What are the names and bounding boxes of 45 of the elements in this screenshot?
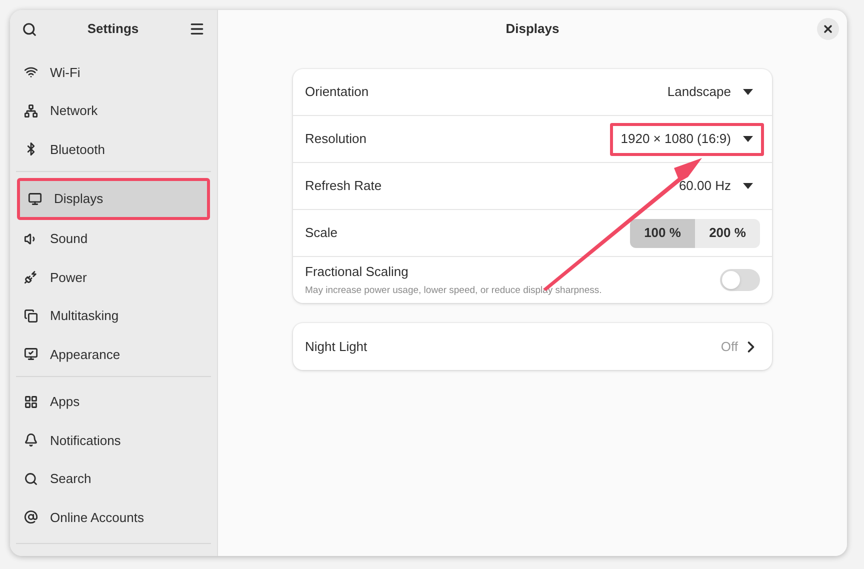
sidebar-item[interactable]: Sound [16, 220, 211, 258]
row-value: Off [720, 338, 738, 356]
network-icon [24, 104, 38, 118]
sidebar-item[interactable]: Bluetooth [16, 130, 211, 168]
sidebar-item[interactable]: Network [16, 92, 211, 130]
dropdown[interactable]: 1920 × 1080 (16:9) [610, 122, 764, 156]
sidebar-item[interactable]: Apps [16, 382, 211, 421]
sidebar-item[interactable]: Multitasking [16, 296, 211, 335]
wifi-icon [24, 65, 38, 80]
sidebar-item[interactable]: Notifications [16, 421, 211, 460]
caret-icon [743, 136, 753, 142]
plug-icon [24, 270, 38, 284]
sidebar-item[interactable]: Displays [17, 178, 210, 220]
monitor-check-icon [24, 347, 38, 362]
sidebar-item[interactable]: Search [16, 460, 211, 498]
row-label: Night Light [305, 338, 368, 356]
close-button[interactable] [817, 18, 839, 40]
bell-icon [24, 433, 38, 448]
sidebar-item[interactable]: Wi-Fi [16, 53, 211, 92]
dropdown[interactable]: Landscape [656, 76, 764, 108]
grid-icon [24, 394, 38, 409]
night-light-row[interactable]: Night Light Off [293, 323, 772, 370]
search-icon[interactable] [22, 22, 37, 36]
sidebar-item[interactable]: Appearance [16, 335, 211, 374]
scale-option[interactable]: 100 % [630, 218, 695, 248]
caret-icon [743, 183, 753, 189]
page-title: Displays [506, 20, 560, 38]
close-icon [822, 23, 834, 35]
dropdown[interactable]: 60.00 Hz [668, 170, 764, 202]
row-label: Refresh Rate [305, 177, 382, 196]
windows-icon [24, 308, 38, 323]
sidebar-item[interactable]: Online Accounts [16, 498, 211, 536]
menu-icon[interactable] [188, 21, 205, 37]
row-label: Fractional Scaling [305, 263, 410, 282]
row-label: Scale [305, 224, 338, 242]
row-label: Resolution [305, 130, 366, 148]
sidebar-title: Settings [87, 20, 139, 38]
sidebar-item[interactable]: Power [16, 258, 211, 296]
scale-option[interactable]: 200 % [695, 218, 760, 248]
row-label: Orientation [305, 83, 369, 102]
at-sign-icon [24, 510, 38, 524]
toggle-switch[interactable] [720, 269, 760, 291]
caret-icon [743, 89, 753, 95]
monitor-icon [28, 192, 42, 206]
search-icon [24, 472, 38, 486]
